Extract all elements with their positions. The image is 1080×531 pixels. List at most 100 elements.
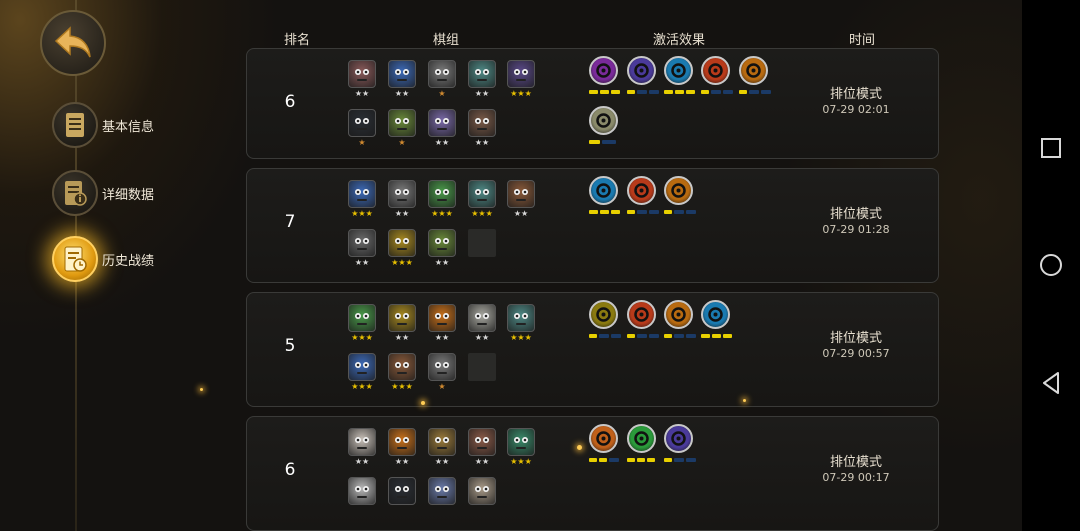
sparkle (577, 445, 582, 450)
star-rating: ★★ (394, 457, 410, 466)
trait-bar-segment (701, 90, 709, 94)
trait-bar-segment (627, 334, 635, 338)
trait-icon[interactable] (589, 424, 618, 453)
home-icon (1040, 254, 1062, 276)
trait-icon[interactable] (739, 56, 768, 85)
trait-bar-segment (627, 458, 635, 462)
champion-portrait-icon[interactable] (388, 428, 416, 456)
trait-bar-segment (599, 334, 609, 338)
nav-item-history[interactable]: 历史战绩 (52, 236, 154, 282)
champion-portrait-icon[interactable] (468, 304, 496, 332)
document-info-icon (52, 170, 98, 216)
trait-progress-bar (664, 90, 697, 94)
champion-portrait-icon[interactable] (507, 60, 535, 88)
champion-portrait-icon[interactable] (468, 60, 496, 88)
back-button[interactable] (40, 10, 106, 76)
star-rating: ★★★ (471, 209, 493, 218)
trait-icon[interactable] (664, 176, 693, 205)
sparkle (743, 399, 746, 402)
star-rating: ★★ (474, 333, 490, 342)
trait-bar-segment (649, 90, 659, 94)
trait-icon[interactable] (589, 56, 618, 85)
trait-icon[interactable] (664, 424, 693, 453)
star-rating: ★★ (434, 138, 450, 147)
champion-portrait-icon[interactable] (388, 477, 416, 505)
champion-portrait-icon[interactable] (348, 180, 376, 208)
trait-bar-segment (664, 90, 673, 94)
champion-portrait-icon[interactable] (468, 477, 496, 505)
trait-bar-segment (739, 90, 747, 94)
trait-bar-segment (600, 90, 609, 94)
back-arrow-icon (54, 26, 91, 58)
document-icon (52, 102, 98, 148)
trait-progress-bar (664, 210, 696, 214)
champion-portrait-icon[interactable] (428, 477, 456, 505)
champion-portrait-icon[interactable] (348, 353, 376, 381)
trait-icon[interactable] (627, 424, 656, 453)
trait-icon[interactable] (627, 176, 656, 205)
champion-portrait-icon[interactable] (348, 109, 376, 137)
star-rating: ★★★ (351, 333, 373, 342)
header-traits: 激活效果 (653, 33, 706, 48)
sparkle (421, 401, 425, 405)
champion-portrait-icon[interactable] (468, 180, 496, 208)
trait-bar-segment (589, 90, 598, 94)
trait-bar-segment (664, 210, 672, 214)
champion-portrait-icon[interactable] (428, 304, 456, 332)
champion-portrait-icon[interactable] (507, 180, 535, 208)
trait-icon[interactable] (627, 300, 656, 329)
trait-bar-segment (686, 458, 696, 462)
trait-bar-segment (611, 210, 620, 214)
home-button[interactable] (1022, 245, 1080, 285)
champion-portrait-icon[interactable] (388, 109, 416, 137)
trait-icon[interactable] (589, 106, 618, 135)
champion-portrait-icon[interactable] (388, 304, 416, 332)
trait-bar-segment (711, 90, 721, 94)
champion-portrait-icon[interactable] (507, 304, 535, 332)
star-rating: ★★★ (510, 457, 532, 466)
trait-icon[interactable] (627, 56, 656, 85)
trait-progress-bar (701, 90, 733, 94)
trait-progress-bar (627, 210, 659, 214)
champion-portrait-icon[interactable] (348, 428, 376, 456)
trait-icon[interactable] (589, 300, 618, 329)
game-mode-label: 排位模式 (829, 207, 882, 222)
champion-portrait-icon[interactable] (428, 109, 456, 137)
champion-portrait-icon[interactable] (468, 428, 496, 456)
trait-bar-segment (637, 90, 647, 94)
champion-portrait-icon[interactable] (388, 229, 416, 257)
trait-icon[interactable] (701, 56, 730, 85)
header-rank: 排名 (284, 33, 311, 48)
champion-portrait-icon[interactable] (388, 180, 416, 208)
nav-item-detailed-data[interactable]: 详细数据 (52, 170, 154, 216)
champion-portrait-icon[interactable] (428, 60, 456, 88)
trait-bar-segment (589, 458, 597, 462)
star-rating: ★★★ (391, 258, 413, 267)
match-timestamp: 07-29 01:28 (822, 223, 890, 236)
champion-portrait-icon[interactable] (428, 180, 456, 208)
champion-portrait-icon[interactable] (428, 428, 456, 456)
trait-icon[interactable] (701, 300, 730, 329)
champion-portrait-icon[interactable] (507, 428, 535, 456)
nav-item-basic-info[interactable]: 基本信息 (52, 102, 154, 148)
trait-progress-bar (739, 90, 771, 94)
trait-icon[interactable] (664, 300, 693, 329)
champion-portrait-icon[interactable] (348, 477, 376, 505)
trait-icon[interactable] (589, 176, 618, 205)
champion-portrait-icon[interactable] (388, 60, 416, 88)
rank-text: 6 (284, 92, 296, 112)
recent-apps-icon (1041, 138, 1061, 158)
champion-portrait-icon[interactable] (348, 304, 376, 332)
game-mode-label: 排位模式 (829, 331, 882, 346)
champion-portrait-icon[interactable] (428, 353, 456, 381)
champion-portrait-icon[interactable] (348, 60, 376, 88)
trait-bar-segment (761, 90, 771, 94)
champion-portrait-icon[interactable] (388, 353, 416, 381)
champion-portrait-icon[interactable] (468, 109, 496, 137)
trait-bar-segment (637, 210, 647, 214)
champion-portrait-icon[interactable] (348, 229, 376, 257)
trait-icon[interactable] (664, 56, 693, 85)
system-back-button[interactable] (1022, 363, 1080, 403)
champion-portrait-icon[interactable] (428, 229, 456, 257)
recent-apps-button[interactable] (1022, 128, 1080, 168)
